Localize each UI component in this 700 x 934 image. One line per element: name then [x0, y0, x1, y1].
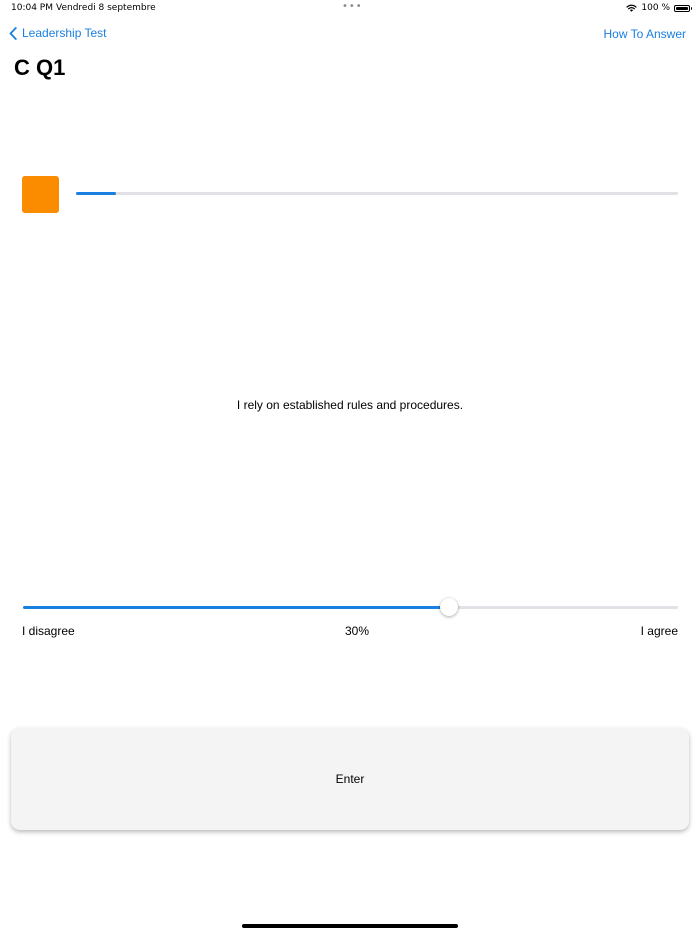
slider-thumb[interactable] [439, 598, 458, 616]
status-time: 10:04 PM [11, 3, 53, 13]
agreement-slider[interactable] [23, 598, 678, 618]
back-button-label: Leadership Test [22, 26, 107, 40]
battery-percent: 100 % [641, 3, 670, 13]
how-to-answer-button[interactable]: How To Answer [604, 27, 686, 41]
status-bar: 10:04 PM Vendredi 8 septembre ••• 100 % [0, 0, 700, 18]
multitasking-dots-icon[interactable]: ••• [342, 2, 363, 12]
slider-value-label: 30% [344, 624, 370, 638]
battery-icon [674, 4, 692, 12]
slider-fill [23, 606, 449, 609]
home-indicator[interactable] [242, 924, 458, 928]
status-date: Vendredi 8 septembre [56, 3, 156, 13]
page-title: C Q1 [14, 55, 66, 80]
wifi-icon [626, 4, 638, 12]
question-text: I rely on established rules and procedur… [236, 398, 464, 412]
slider-max-label: I agree [640, 624, 678, 638]
enter-button[interactable]: Enter [11, 728, 689, 830]
question-indicator [22, 176, 59, 213]
back-button[interactable]: Leadership Test [9, 26, 107, 40]
status-indicators: 100 % [626, 3, 692, 13]
chevron-left-icon [9, 26, 22, 40]
progress-bar [76, 192, 678, 195]
enter-button-label: Enter [335, 772, 365, 786]
progress-bar-fill [76, 192, 117, 195]
